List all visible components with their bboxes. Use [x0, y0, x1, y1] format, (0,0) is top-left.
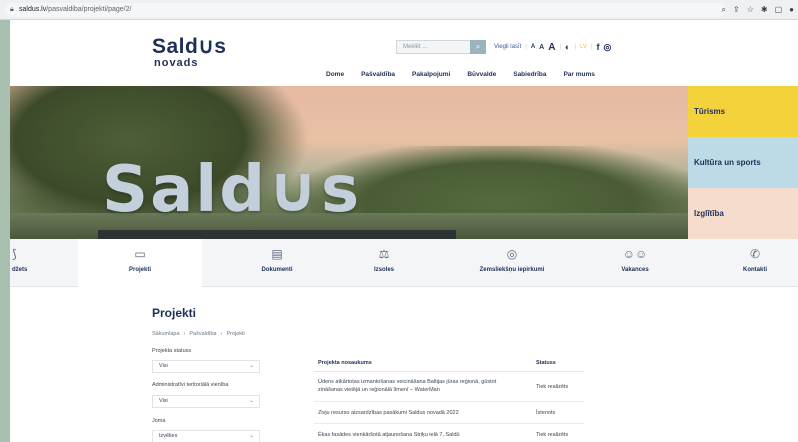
- projects-table: Projekta nosaukums Statuss Ūdens atkārto…: [314, 352, 584, 442]
- sign-language-button[interactable]: LV: [580, 44, 587, 50]
- quick-nav-projects[interactable]: ▭ Projekti: [78, 239, 202, 287]
- quick-nav-label: Zemsliekšņu iepirkumi: [479, 267, 545, 273]
- zoom-icon[interactable]: ⌕: [722, 3, 726, 17]
- breadcrumb-pasvaldiba[interactable]: Pašvaldība: [189, 331, 216, 337]
- logo-main: Sald∪s: [152, 35, 227, 58]
- quick-nav-procurement[interactable]: ◎ Zemsliekšņu iepirkumi: [442, 239, 582, 287]
- column-header-status: Statuss: [536, 360, 556, 366]
- category-education[interactable]: Izglītība: [688, 188, 798, 239]
- project-name[interactable]: Ūdens atkārtotas izmantošanas veicināšan…: [318, 378, 518, 394]
- chevron-right-icon: ›: [220, 331, 223, 337]
- chevron-down-icon: ⌄: [248, 433, 254, 439]
- nav-dome[interactable]: Dome: [326, 71, 344, 78]
- breadcrumb: Sākumlapa › Pašvaldība › Projekti: [152, 331, 245, 337]
- nav-sabiedriba[interactable]: Sabiedrība: [513, 71, 546, 78]
- category-menu: Tūrisms Kultūra un sports Izglītība: [688, 86, 798, 239]
- projects-icon: ▭: [134, 247, 146, 261]
- category-tourism[interactable]: Tūrisms: [688, 86, 798, 137]
- quick-nav-contacts[interactable]: ✆ Kontakti: [715, 239, 795, 287]
- filter-label-territory: Administratīvi teritoriālā vienība: [152, 382, 229, 388]
- contrast-icon[interactable]: ◐: [565, 42, 570, 52]
- star-icon[interactable]: ☆: [747, 3, 754, 17]
- quick-nav-vacancies[interactable]: ☺☺ Vakances: [590, 239, 680, 287]
- quick-nav-label: Izsoles: [373, 267, 394, 273]
- project-status: Tiek realizēts: [536, 384, 569, 390]
- breadcrumb-home[interactable]: Sākumlapa: [152, 331, 180, 337]
- table-row[interactable]: Ūdens atkārtotas izmantošanas veicināšan…: [314, 372, 584, 402]
- procurement-icon: ◎: [506, 247, 518, 261]
- project-status: Īstenots: [536, 410, 556, 416]
- quick-nav-budget[interactable]: ⟆ džets: [10, 239, 50, 287]
- site-logo[interactable]: Sald∪s novads: [152, 36, 226, 69]
- project-name[interactable]: Ēkas fasādes vienkāršotā atjaunošana Str…: [318, 431, 518, 439]
- quick-nav-label: Vakances: [621, 267, 649, 273]
- nav-pakalpojumi[interactable]: Pakalpojumi: [412, 71, 450, 78]
- divider: |: [525, 44, 527, 50]
- lock-icon: 🔒︎: [10, 6, 14, 13]
- font-small-button[interactable]: A: [531, 44, 535, 50]
- divider: |: [574, 44, 577, 50]
- vacancies-icon: ☺☺: [622, 247, 648, 261]
- easy-read-link[interactable]: Viegli lasīt: [494, 44, 521, 50]
- address-bar[interactable]: 🔒︎ saldus.lv/pasvaldiba/projekti/page/2/: [5, 3, 725, 17]
- sculpture-base: [98, 230, 456, 239]
- breadcrumb-current: Projekti: [226, 331, 245, 337]
- search-icon: ⌕: [475, 42, 481, 51]
- url-path: /pasvaldiba/projekti/page/2/: [46, 6, 132, 13]
- hero-sculpture-text: Sald∪s: [102, 153, 362, 227]
- url-host: saldus.lv: [19, 6, 47, 13]
- filter-label-status: Projekta statuss: [152, 348, 192, 354]
- auction-icon: ⚖: [378, 247, 390, 261]
- quick-nav-auctions[interactable]: ⚖ Izsoles: [334, 239, 434, 287]
- search-button[interactable]: ⌕: [470, 40, 486, 54]
- chevron-down-icon: ⌄: [248, 398, 254, 404]
- territory-select[interactable]: Visi ⌄: [152, 395, 260, 408]
- profile-icon[interactable]: ●: [789, 3, 794, 17]
- quick-navigation: ⟆ džets ▭ Projekti ▤ Dokumenti ⚖ Izsoles…: [10, 239, 798, 287]
- instagram-icon[interactable]: ◎: [603, 42, 611, 53]
- browser-actions: ⌕ ⇪ ☆ ✱ ▢ ●: [722, 3, 794, 17]
- quick-nav-documents[interactable]: ▤ Dokumenti: [222, 239, 332, 287]
- accessibility-tools: Viegli lasīt | A A A | ◐ | LV | f ◎: [494, 40, 611, 54]
- status-select-value: Visi: [159, 363, 168, 369]
- extensions-icon[interactable]: ✱: [761, 3, 768, 17]
- documents-icon: ▤: [271, 247, 283, 261]
- share-icon[interactable]: ⇪: [733, 3, 740, 17]
- chevron-down-icon: ⌄: [248, 363, 254, 369]
- divider: |: [559, 44, 562, 50]
- hero-image: Sald∪s: [10, 86, 798, 239]
- web-page: Sald∪s novads Meklēt ... ⌕ Viegli lasīt …: [10, 20, 798, 442]
- nav-buvvalde[interactable]: Būvvalde: [467, 71, 496, 78]
- phone-icon: ✆: [749, 247, 761, 261]
- quick-nav-label: Projekti: [128, 267, 151, 273]
- main-navigation: Dome Pašvaldība Pakalpojumi Būvvalde Sab…: [326, 71, 595, 78]
- chevron-right-icon: ›: [183, 331, 186, 337]
- table-row[interactable]: Zivju resursu aizsardzības pasākumi Sald…: [314, 402, 584, 424]
- project-status: Tiek realizēts: [536, 432, 569, 438]
- status-select[interactable]: Visi ⌄: [152, 360, 260, 373]
- field-select-value: Izvēlies: [159, 433, 178, 439]
- category-culture-sports[interactable]: Kultūra un sports: [688, 137, 798, 188]
- column-header-name: Projekta nosaukums: [318, 360, 372, 366]
- nav-par-mums[interactable]: Par mums: [563, 71, 594, 78]
- page-title: Projekti: [152, 306, 197, 320]
- project-name[interactable]: Zivju resursu aizsardzības pasākumi Sald…: [318, 409, 518, 417]
- browser-toolbar: 🔒︎ saldus.lv/pasvaldiba/projekti/page/2/…: [0, 0, 798, 20]
- territory-select-value: Visi: [159, 398, 168, 404]
- filter-label-field: Joma: [152, 418, 166, 424]
- logo-sub: novads: [154, 57, 199, 69]
- quick-nav-label: džets: [12, 267, 28, 273]
- font-large-button[interactable]: A: [548, 42, 555, 53]
- nav-pasvaldiba[interactable]: Pašvaldība: [361, 71, 395, 78]
- table-header: Projekta nosaukums Statuss: [314, 352, 584, 372]
- font-medium-button[interactable]: A: [539, 44, 544, 51]
- divider: |: [590, 44, 593, 50]
- field-select[interactable]: Izvēlies ⌄: [152, 430, 260, 442]
- budget-icon: ⟆: [12, 247, 17, 261]
- facebook-icon[interactable]: f: [596, 42, 599, 52]
- quick-nav-label: Kontakti: [743, 267, 767, 273]
- window-icon[interactable]: ▢: [775, 3, 783, 17]
- table-row[interactable]: Ēkas fasādes vienkāršotā atjaunošana Str…: [314, 424, 584, 442]
- quick-nav-label: Dokumenti: [261, 267, 293, 273]
